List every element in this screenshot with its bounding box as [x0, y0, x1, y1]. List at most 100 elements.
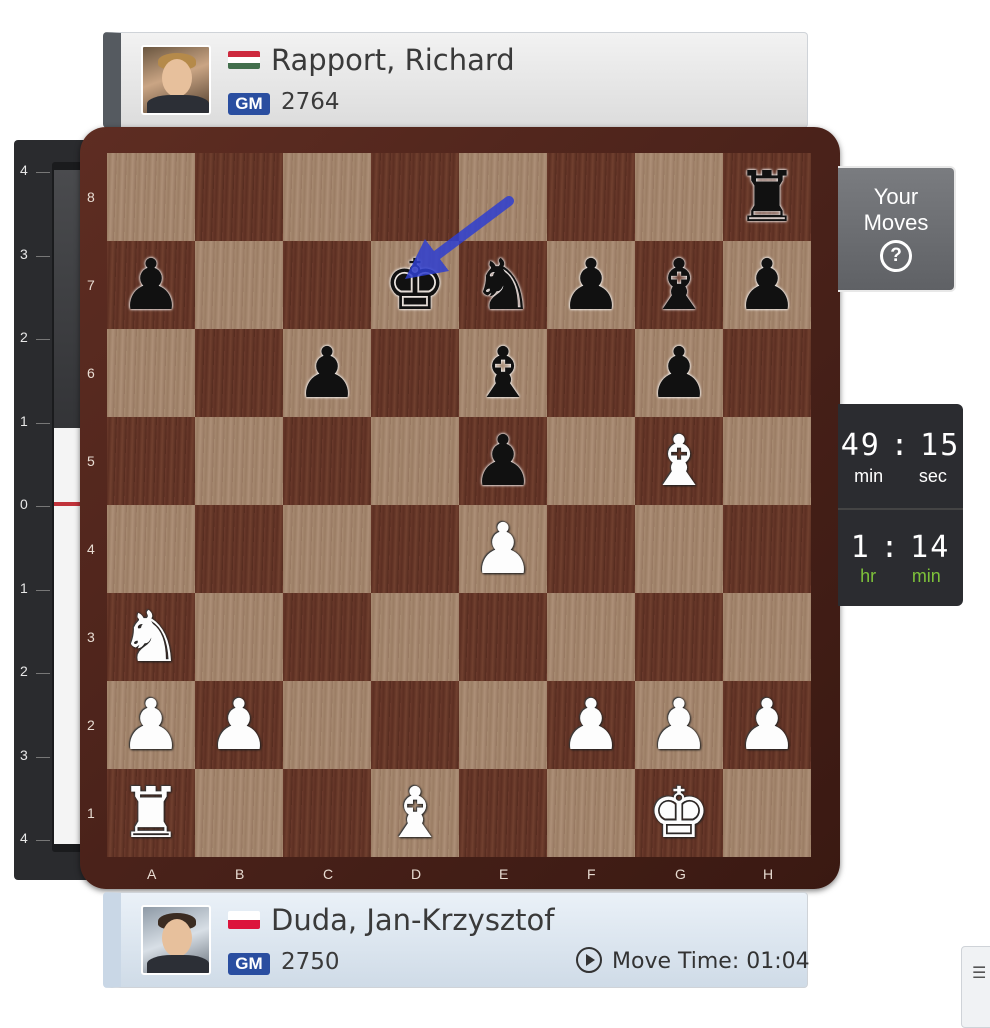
square-f8[interactable] — [547, 153, 635, 241]
square-e1[interactable] — [459, 769, 547, 857]
white-pawn-f2[interactable]: ♟ — [547, 681, 635, 769]
black-knight-e7[interactable]: ♞ — [459, 241, 547, 329]
top-player-rating: 2764 — [281, 89, 340, 115]
black-pawn-f7[interactable]: ♟ — [547, 241, 635, 329]
your-moves-label-line2: Moves — [863, 210, 929, 235]
square-e8[interactable] — [459, 153, 547, 241]
list-icon[interactable]: ☰ — [972, 963, 986, 982]
eval-tick — [36, 673, 50, 674]
square-h3[interactable] — [723, 593, 811, 681]
square-h5[interactable] — [723, 417, 811, 505]
black-rook-h8[interactable]: ♜ — [723, 153, 811, 241]
file-label: F — [587, 866, 596, 882]
square-d5[interactable] — [371, 417, 459, 505]
square-a4[interactable] — [107, 505, 195, 593]
bottom-player-rating: 2750 — [281, 949, 340, 975]
bottom-player-avatar[interactable] — [141, 905, 211, 975]
total-separator: : — [880, 530, 901, 565]
square-g3[interactable] — [635, 593, 723, 681]
square-g4[interactable] — [635, 505, 723, 593]
chess-board[interactable]: ♜ ♟ ♚ ♞ ♟ ♝ ♟ ♟ ♝ ♟ ♟ ♝ ♟ ♞ ♟ ♟ ♟ ♟ ♟ ♜ ♝ ♚ — [107, 153, 811, 857]
eval-scale-label: 2 — [20, 663, 28, 679]
black-pawn-c6[interactable]: ♟ — [283, 329, 371, 417]
white-pawn-e4[interactable]: ♟ — [459, 505, 547, 593]
square-a6[interactable] — [107, 329, 195, 417]
rank-label: 1 — [87, 805, 95, 821]
total-hours: 1 — [850, 530, 871, 565]
square-c7[interactable] — [283, 241, 371, 329]
rank-label: 4 — [87, 541, 95, 557]
square-c8[interactable] — [283, 153, 371, 241]
bottom-player-title-badge: GM — [228, 953, 270, 975]
white-rook-a1[interactable]: ♜ — [107, 769, 195, 857]
bottom-player-card: Duda, Jan-Krzysztof GM 2750 Move Time: 0… — [103, 892, 810, 988]
square-c5[interactable] — [283, 417, 371, 505]
square-f4[interactable] — [547, 505, 635, 593]
total-minutes: 14 — [910, 530, 951, 565]
file-label: C — [323, 866, 334, 882]
black-bishop-g7[interactable]: ♝ — [635, 241, 723, 329]
square-b7[interactable] — [195, 241, 283, 329]
square-d4[interactable] — [371, 505, 459, 593]
white-knight-a3[interactable]: ♞ — [107, 593, 195, 681]
square-g8[interactable] — [635, 153, 723, 241]
help-icon[interactable]: ? — [880, 240, 912, 272]
rank-label: 3 — [87, 629, 95, 645]
file-label: H — [763, 866, 774, 882]
square-c3[interactable] — [283, 593, 371, 681]
black-pawn-g6[interactable]: ♟ — [635, 329, 723, 417]
black-pawn-e5[interactable]: ♟ — [459, 417, 547, 505]
white-pawn-h2[interactable]: ♟ — [723, 681, 811, 769]
square-b6[interactable] — [195, 329, 283, 417]
clock-min-unit: min — [854, 466, 884, 486]
square-c4[interactable] — [283, 505, 371, 593]
square-a8[interactable] — [107, 153, 195, 241]
square-f3[interactable] — [547, 593, 635, 681]
square-b4[interactable] — [195, 505, 283, 593]
eval-scale-label: 3 — [20, 245, 28, 262]
eval-scale-label: 2 — [20, 329, 28, 345]
square-h6[interactable] — [723, 329, 811, 417]
black-king-d7[interactable]: ♚ — [371, 241, 459, 329]
white-pawn-a2[interactable]: ♟ — [107, 681, 195, 769]
square-h1[interactable] — [723, 769, 811, 857]
black-pawn-a7[interactable]: ♟ — [107, 241, 195, 329]
white-bishop-d1[interactable]: ♝ — [371, 769, 459, 857]
square-c1[interactable] — [283, 769, 371, 857]
top-player-name[interactable]: Rapport, Richard — [271, 43, 515, 77]
eval-black-fill — [54, 170, 82, 428]
black-pawn-h7[interactable]: ♟ — [723, 241, 811, 329]
clock-minutes: 49 — [840, 428, 881, 463]
square-h4[interactable] — [723, 505, 811, 593]
square-d8[interactable] — [371, 153, 459, 241]
square-e2[interactable] — [459, 681, 547, 769]
file-label: E — [499, 866, 509, 882]
bottom-player-name[interactable]: Duda, Jan-Krzysztof — [271, 903, 554, 937]
black-bishop-e6[interactable]: ♝ — [459, 329, 547, 417]
square-b8[interactable] — [195, 153, 283, 241]
clock-play-icon — [576, 947, 602, 973]
square-b5[interactable] — [195, 417, 283, 505]
square-d3[interactable] — [371, 593, 459, 681]
square-d6[interactable] — [371, 329, 459, 417]
rank-label: 2 — [87, 717, 95, 733]
square-f1[interactable] — [547, 769, 635, 857]
eval-scale-label: 4 — [20, 162, 28, 178]
white-pawn-g2[interactable]: ♟ — [635, 681, 723, 769]
square-c2[interactable] — [283, 681, 371, 769]
eval-scale-label: 1 — [20, 579, 28, 596]
square-f5[interactable] — [547, 417, 635, 505]
white-bishop-g5[interactable]: ♝ — [635, 417, 723, 505]
square-d2[interactable] — [371, 681, 459, 769]
white-king-g1[interactable]: ♚ — [635, 769, 723, 857]
eval-tick — [36, 255, 50, 257]
eval-tick — [36, 506, 50, 507]
square-a5[interactable] — [107, 417, 195, 505]
square-b1[interactable] — [195, 769, 283, 857]
white-pawn-b2[interactable]: ♟ — [195, 681, 283, 769]
your-moves-button[interactable]: Your Moves ? — [838, 166, 956, 292]
square-e3[interactable] — [459, 593, 547, 681]
top-player-avatar[interactable] — [141, 45, 211, 115]
square-f6[interactable] — [547, 329, 635, 417]
square-b3[interactable] — [195, 593, 283, 681]
